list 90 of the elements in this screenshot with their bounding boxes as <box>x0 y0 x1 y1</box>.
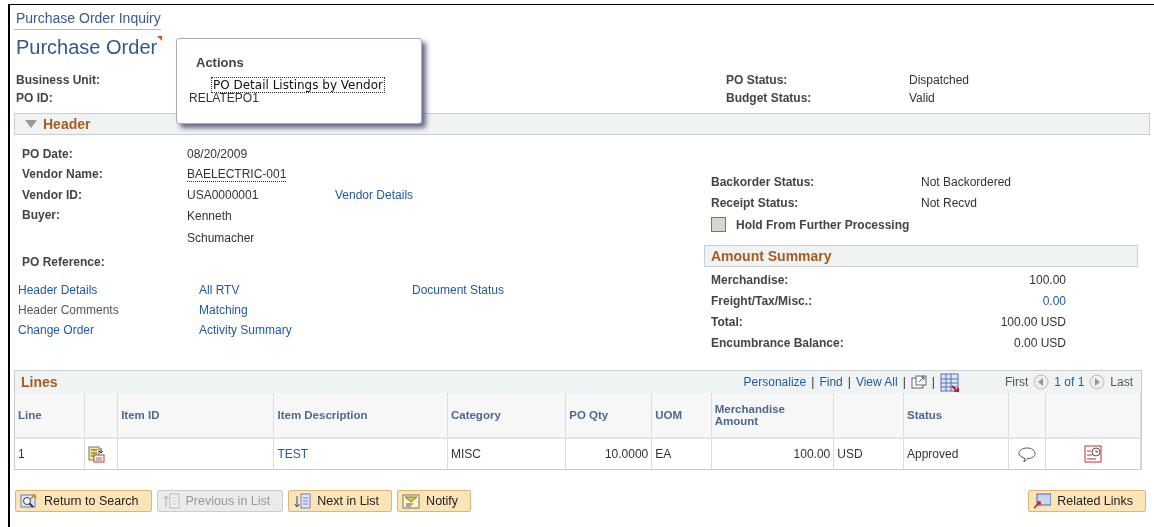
item-link[interactable]: TEST <box>277 447 309 461</box>
separator: | <box>931 375 935 389</box>
document-list-icon[interactable] <box>87 445 105 463</box>
page-link[interactable]: Change Order <box>18 323 95 337</box>
vendor-details-link[interactable]: Vendor Details <box>335 188 414 202</box>
first-label: First <box>1004 375 1029 389</box>
toolbar-button: Previous in List <box>156 490 284 512</box>
amount-value: 100.00 <box>1029 273 1066 287</box>
field-label: PO ID: <box>16 91 53 105</box>
field-value[interactable]: BAELECTRIC-001 <box>187 167 287 182</box>
field-label: Receipt Status: <box>711 196 799 210</box>
column-header: UOM <box>651 393 712 438</box>
checkbox[interactable] <box>711 217 726 232</box>
menu-item[interactable]: PO Detail Listings by Vendor <box>212 78 384 92</box>
checkbox-label: Hold From Further Processing <box>736 217 910 232</box>
table-cell: Approved <box>903 438 1008 469</box>
table-cell: USD <box>833 438 904 469</box>
page-link[interactable]: Activity Summary <box>199 323 292 337</box>
page-link[interactable]: Document Status <box>412 283 505 297</box>
last-label: Last <box>1110 375 1133 389</box>
page-link[interactable]: Header Details <box>18 283 98 297</box>
envelope-note-icon <box>402 493 421 509</box>
column-header: PO Qty <box>565 393 652 438</box>
column-header: Item ID <box>117 393 274 438</box>
page-count: 1 of 1 <box>1054 375 1085 389</box>
speech-bubble-icon[interactable] <box>1017 445 1036 463</box>
field-value: Dispatched <box>909 73 970 87</box>
toolbar-button[interactable]: Next in List <box>288 490 393 512</box>
toolbar-button[interactable]: Notify <box>397 490 472 512</box>
field-label: Encumbrance Balance: <box>711 336 844 350</box>
column-header: Line <box>15 393 84 438</box>
field-label: Budget Status: <box>726 91 812 105</box>
field-value: Valid <box>909 91 935 105</box>
field-label: Backorder Status: <box>711 175 815 189</box>
field-label: Merchandise: <box>711 273 789 287</box>
column-header: Merchandise Amount <box>711 393 834 438</box>
field-label: PO Reference: <box>22 255 105 269</box>
field-value: USA0000001 <box>187 188 259 202</box>
grid-link[interactable]: View All <box>855 375 898 389</box>
previous-icon[interactable] <box>1033 374 1050 390</box>
amount-link[interactable]: 0.00 <box>1042 294 1066 308</box>
section-title: Header <box>43 116 91 132</box>
magnifier-icon <box>20 493 38 509</box>
table-cell: EA <box>651 438 712 469</box>
column-header: Category <box>447 393 566 438</box>
amount-value: 0.00 USD <box>1013 336 1066 350</box>
separator: | <box>811 375 815 389</box>
section-title: Amount Summary <box>711 248 832 264</box>
next-icon[interactable] <box>1089 374 1106 390</box>
field-label: Business Unit: <box>16 73 100 87</box>
page-link[interactable]: Matching <box>199 303 248 317</box>
toolbar-button[interactable]: Return to Search <box>15 490 152 512</box>
field-label: Freight/Tax/Misc.: <box>711 294 813 308</box>
separator: | <box>847 375 851 389</box>
separator: | <box>902 375 906 389</box>
table-cell: MISC <box>447 438 566 469</box>
field-value: Not Recvd <box>921 196 978 210</box>
field-label: Vendor Name: <box>22 167 103 181</box>
grid-link[interactable]: Find <box>819 375 843 389</box>
amount-value: 100.00 USD <box>1000 315 1066 329</box>
field-value: Kenneth Schumacher <box>187 208 256 247</box>
table-cell: 1 <box>15 438 84 469</box>
spreadsheet-icon[interactable] <box>939 372 959 392</box>
page-heading: Purchase Order <box>15 35 158 59</box>
column-header: Item Description <box>273 393 448 438</box>
down-arrow-list-icon <box>293 493 312 509</box>
grid-link[interactable]: Personalize <box>743 375 807 389</box>
page-link: Header Comments <box>18 303 119 317</box>
collapse-triangle-icon[interactable] <box>25 119 37 129</box>
up-arrow-list-icon <box>161 493 180 509</box>
page-link[interactable]: All RTV <box>199 283 240 297</box>
zoom-window-icon[interactable] <box>910 375 927 389</box>
page-title: Purchase Order Inquiry <box>14 5 161 30</box>
window-arrow-icon <box>1033 493 1052 509</box>
field-label: PO Date: <box>22 147 73 161</box>
grid-title: Lines <box>21 374 59 390</box>
related-links-button[interactable]: Related Links <box>1028 490 1146 512</box>
field-value: RELATEPO1 <box>189 91 259 105</box>
field-label: PO Status: <box>726 73 788 87</box>
actions-flag-icon[interactable] <box>157 36 163 41</box>
field-label: Vendor ID: <box>22 188 82 202</box>
field-value: Not Backordered <box>921 175 1012 189</box>
table-cell: 100.00 <box>711 438 834 469</box>
popup-title: Actions <box>196 55 244 70</box>
field-label: Total: <box>711 315 743 329</box>
column-header: Status <box>903 393 1008 438</box>
document-clock-icon[interactable] <box>1083 445 1102 463</box>
field-label: Buyer: <box>22 208 60 222</box>
field-value: 08/20/2009 <box>187 147 248 161</box>
table-cell: 10.0000 <box>565 438 652 469</box>
